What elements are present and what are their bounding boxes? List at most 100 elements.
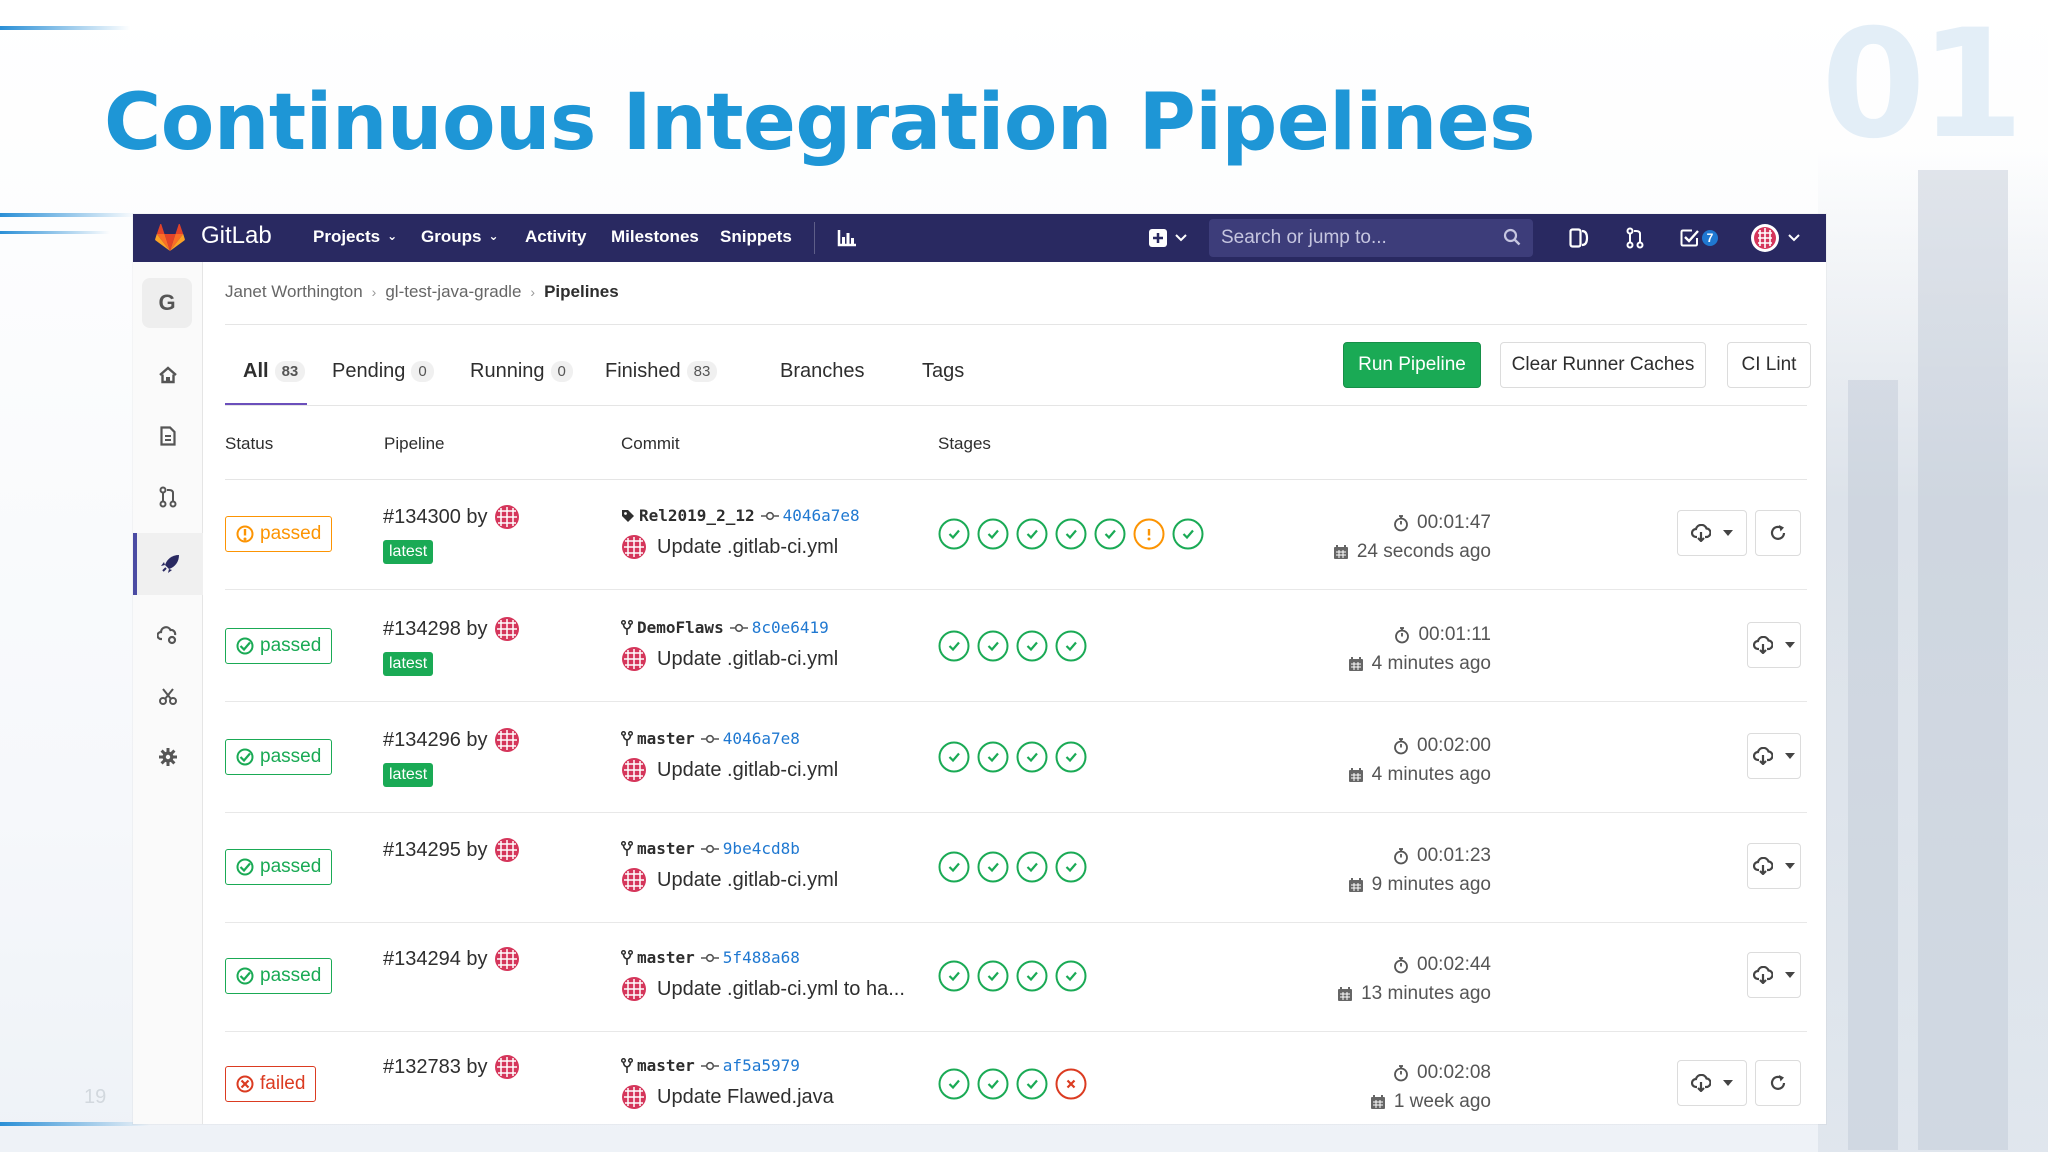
sidebar-item-issues[interactable] <box>133 411 203 461</box>
stage-status[interactable] <box>1133 518 1165 550</box>
tab-pending[interactable]: Pending 0 <box>332 342 434 406</box>
search-icon[interactable] <box>1503 228 1521 246</box>
status-badge[interactable]: passed <box>225 958 333 994</box>
search-box[interactable] <box>1209 219 1533 257</box>
pipeline-id-link[interactable]: #134294 by <box>383 946 520 972</box>
commit-title[interactable]: Update .gitlab-ci.yml <box>657 759 838 782</box>
breadcrumb-project[interactable]: gl-test-java-gradle <box>385 282 521 301</box>
pipeline-id-link[interactable]: #134300 by <box>383 504 520 530</box>
stage-status[interactable] <box>938 960 970 992</box>
download-artifacts-button[interactable] <box>1747 952 1801 998</box>
sidebar-item-settings[interactable] <box>133 732 203 782</box>
status-badge[interactable]: passed <box>225 849 333 885</box>
stage-status[interactable] <box>1055 851 1087 883</box>
stage-status[interactable] <box>977 630 1009 662</box>
download-artifacts-button[interactable] <box>1747 733 1801 779</box>
branch-name[interactable]: Rel2019_2_12 <box>639 506 755 525</box>
stage-status[interactable] <box>938 1068 970 1100</box>
clear-runner-caches-button[interactable]: Clear Runner Caches <box>1500 342 1706 388</box>
commit-message[interactable]: Update .gitlab-ci.yml <box>621 867 838 893</box>
pipeline-id-link[interactable]: #134298 by <box>383 616 520 642</box>
gitlab-logo-icon[interactable] <box>155 224 185 252</box>
tab-all[interactable]: All 83 <box>225 342 307 406</box>
pipeline-id-link[interactable]: #134295 by <box>383 837 520 863</box>
download-artifacts-button[interactable] <box>1677 510 1747 556</box>
commit-message[interactable]: Update .gitlab-ci.yml <box>621 757 838 783</box>
sidebar-item-project-home[interactable] <box>133 350 203 400</box>
nav-todos[interactable]: 7 <box>1677 222 1721 254</box>
stage-status[interactable] <box>977 960 1009 992</box>
nav-milestones[interactable]: Milestones <box>611 227 699 247</box>
branch-name[interactable]: master <box>637 839 695 858</box>
commit-sha-link[interactable]: 5f488a68 <box>723 948 800 967</box>
run-pipeline-button[interactable]: Run Pipeline <box>1343 342 1481 388</box>
commit-message[interactable]: Update .gitlab-ci.yml to ha... <box>621 976 905 1002</box>
commit-sha-link[interactable]: af5a5979 <box>723 1056 800 1075</box>
commit-ref[interactable]: DemoFlaws 8c0e6419 <box>621 618 829 637</box>
nav-issues-icon[interactable] <box>1565 222 1593 254</box>
commit-ref[interactable]: master 5f488a68 <box>621 948 800 967</box>
stage-status[interactable] <box>1172 518 1204 550</box>
stage-status[interactable] <box>1016 960 1048 992</box>
stage-status[interactable] <box>1055 960 1087 992</box>
tab-finished[interactable]: Finished 83 <box>605 342 718 406</box>
branch-name[interactable]: DemoFlaws <box>637 618 724 637</box>
commit-sha-link[interactable]: 9be4cd8b <box>723 839 800 858</box>
stage-status[interactable] <box>1016 851 1048 883</box>
download-artifacts-button[interactable] <box>1677 1060 1747 1106</box>
breadcrumb-current[interactable]: Pipelines <box>544 282 619 301</box>
status-badge[interactable]: passed <box>225 628 333 664</box>
pipeline-id-link[interactable]: #134296 by <box>383 727 520 753</box>
stage-status[interactable] <box>938 518 970 550</box>
commit-message[interactable]: Update .gitlab-ci.yml <box>621 534 838 560</box>
branch-name[interactable]: master <box>637 1056 695 1075</box>
status-badge[interactable]: passed <box>225 516 333 552</box>
commit-message[interactable]: Update .gitlab-ci.yml <box>621 646 838 672</box>
search-input[interactable] <box>1209 219 1499 257</box>
commit-ref[interactable]: master 4046a7e8 <box>621 729 800 748</box>
stage-status[interactable] <box>1016 630 1048 662</box>
stage-status[interactable] <box>938 741 970 773</box>
stage-status[interactable] <box>938 851 970 883</box>
branch-name[interactable]: master <box>637 948 695 967</box>
tab-branches[interactable]: Branches <box>780 342 865 406</box>
retry-button[interactable] <box>1755 1060 1801 1106</box>
stage-status[interactable] <box>977 518 1009 550</box>
commit-ref[interactable]: master 9be4cd8b <box>621 839 800 858</box>
commit-title[interactable]: Update .gitlab-ci.yml <box>657 869 838 892</box>
stage-status[interactable] <box>977 851 1009 883</box>
nav-groups[interactable]: Groups ⌄ <box>421 227 499 247</box>
tab-tags[interactable]: Tags <box>922 342 964 406</box>
nav-snippets[interactable]: Snippets <box>720 227 792 247</box>
commit-ref[interactable]: Rel2019_2_12 4046a7e8 <box>621 506 860 525</box>
branch-name[interactable]: master <box>637 729 695 748</box>
status-badge[interactable]: passed <box>225 739 333 775</box>
commit-title[interactable]: Update .gitlab-ci.yml <box>657 648 838 671</box>
commit-title[interactable]: Update .gitlab-ci.yml to ha... <box>657 978 905 1001</box>
commit-ref[interactable]: master af5a5979 <box>621 1056 800 1075</box>
stage-status[interactable] <box>1055 1068 1087 1100</box>
download-artifacts-button[interactable] <box>1747 843 1801 889</box>
stage-status[interactable] <box>1016 1068 1048 1100</box>
user-menu[interactable] <box>1745 222 1805 254</box>
nav-merge-requests-icon[interactable] <box>1621 222 1649 254</box>
nav-projects[interactable]: Projects ⌄ <box>313 227 397 247</box>
status-badge[interactable]: failed <box>225 1066 317 1102</box>
sidebar-item-ci-cd[interactable] <box>133 533 203 595</box>
stage-status[interactable] <box>938 630 970 662</box>
commit-title[interactable]: Update .gitlab-ci.yml <box>657 536 838 559</box>
retry-button[interactable] <box>1755 510 1801 556</box>
stage-status[interactable] <box>1016 741 1048 773</box>
download-artifacts-button[interactable] <box>1747 622 1801 668</box>
breadcrumb-owner[interactable]: Janet Worthington <box>225 282 363 301</box>
stage-status[interactable] <box>1016 518 1048 550</box>
pipeline-id-link[interactable]: #132783 by <box>383 1054 520 1080</box>
nav-analytics-chart-icon[interactable] <box>835 222 859 254</box>
stage-status[interactable] <box>1055 518 1087 550</box>
stage-status[interactable] <box>1094 518 1126 550</box>
ci-lint-button[interactable]: CI Lint <box>1727 342 1811 388</box>
commit-title[interactable]: Update Flawed.java <box>657 1086 834 1109</box>
nav-new-dropdown[interactable] <box>1143 222 1193 254</box>
nav-activity[interactable]: Activity <box>525 227 586 247</box>
commit-sha-link[interactable]: 4046a7e8 <box>783 506 860 525</box>
